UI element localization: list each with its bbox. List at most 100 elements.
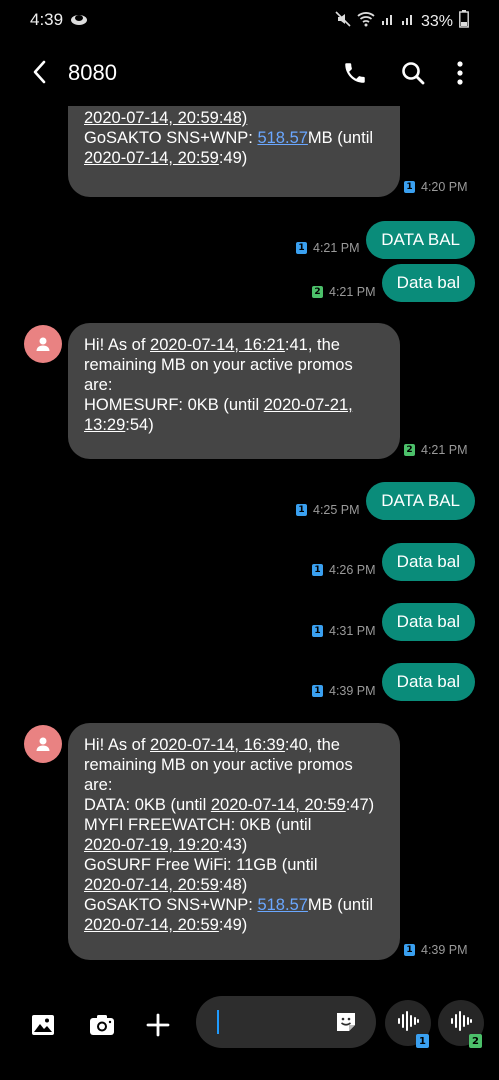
- sim-1-badge: 1: [404, 944, 415, 956]
- contact-name: 8080: [68, 60, 117, 85]
- voice-record-sim2-button[interactable]: 2: [438, 1000, 484, 1048]
- avatar[interactable]: [24, 325, 62, 363]
- message-thread[interactable]: 2020-07-14, 20:59:48) GoSAKTO SNS+WNP: 5…: [0, 40, 499, 990]
- message-time: 4:21 PM: [329, 285, 376, 299]
- message-text: DATA: 0KB (until: [84, 796, 211, 814]
- date-link[interactable]: 2020-07-14, 20:59: [84, 916, 219, 934]
- message-text: GoSURF Free WiFi: 11GB (until: [84, 856, 318, 874]
- outgoing-message[interactable]: Data bal: [381, 543, 475, 581]
- add-icon[interactable]: [145, 1012, 171, 1043]
- date-link[interactable]: 2020-07-14, 20:59: [84, 149, 219, 167]
- message-time: 4:26 PM: [329, 563, 376, 577]
- outgoing-message[interactable]: Data bal: [381, 264, 475, 302]
- voice-wave-icon: [396, 1010, 420, 1037]
- status-time: 4:39: [30, 10, 64, 29]
- message-time: 4:39 PM: [329, 684, 376, 698]
- message-meta: 1 4:25 PM: [296, 503, 360, 517]
- text-cursor: [217, 1010, 219, 1034]
- sim-2-badge: 2: [312, 286, 323, 298]
- mute-icon: [335, 11, 351, 32]
- voice-wave-icon: [449, 1010, 473, 1037]
- outgoing-message[interactable]: DATA BAL: [366, 221, 475, 259]
- signal-icon: [381, 12, 395, 31]
- back-arrow-icon[interactable]: [28, 58, 52, 86]
- message-input[interactable]: [196, 996, 376, 1048]
- sim-2-badge: 2: [469, 1034, 482, 1048]
- message-text: Hi! As of: [84, 336, 151, 354]
- message-meta: 1 4:39 PM: [404, 943, 468, 957]
- voice-record-sim1-button[interactable]: 1: [385, 1000, 431, 1048]
- message-meta: 1 4:20 PM: [404, 180, 468, 194]
- message-meta: 1 4:39 PM: [312, 684, 376, 698]
- sim-1-badge: 1: [296, 504, 307, 516]
- message-text: HOMESURF: 0KB (until: [84, 396, 264, 414]
- data-link[interactable]: 518.57: [257, 896, 307, 914]
- message-time: 4:31 PM: [329, 624, 376, 638]
- date-link[interactable]: 2020-07-14, 16:39: [150, 736, 285, 754]
- message-time: 4:39 PM: [421, 943, 468, 957]
- app-header: 8080: [0, 40, 499, 106]
- message-meta: 1 4:26 PM: [312, 563, 376, 577]
- message-text: MYFI FREEWATCH: 0KB (until: [84, 816, 312, 834]
- message-meta: 2 4:21 PM: [312, 285, 376, 299]
- message-meta: 1 4:31 PM: [312, 624, 376, 638]
- message-text: :49): [218, 149, 248, 167]
- date-link[interactable]: 2020-07-19, 19:20: [84, 836, 219, 854]
- date-link[interactable]: 2020-07-21,: [264, 396, 353, 414]
- search-icon[interactable]: [400, 60, 426, 91]
- signal-icon: [401, 12, 415, 31]
- status-bar: 4:39 33%: [0, 0, 499, 40]
- battery-percent: 33%: [420, 12, 453, 30]
- message-text: :47): [345, 796, 375, 814]
- message-text: remaining MB on your active promos: [84, 356, 353, 374]
- incoming-message[interactable]: Hi! As of 2020-07-14, 16:21:41, the rema…: [68, 323, 400, 459]
- message-time: 4:21 PM: [421, 443, 468, 457]
- message-text: MB (until: [307, 896, 374, 914]
- message-text: are:: [84, 776, 113, 794]
- message-text: GoSAKTO SNS+WNP:: [84, 129, 258, 147]
- message-text: 2020-07-14, 20:59:48): [84, 109, 248, 127]
- camera-icon[interactable]: [88, 1012, 116, 1043]
- sticker-icon[interactable]: [334, 1010, 358, 1039]
- sim-1-badge: 1: [312, 685, 323, 697]
- date-link[interactable]: 13:29: [84, 416, 125, 434]
- data-link[interactable]: 518.57: [257, 129, 307, 147]
- outgoing-message[interactable]: DATA BAL: [366, 482, 475, 520]
- gallery-icon[interactable]: [30, 1012, 56, 1043]
- message-text: Hi! As of: [84, 736, 151, 754]
- message-meta: 2 4:21 PM: [404, 443, 468, 457]
- message-time: 4:25 PM: [313, 503, 360, 517]
- message-text: :48): [218, 876, 248, 894]
- message-text: are:: [84, 376, 113, 394]
- message-text: :54): [125, 416, 154, 434]
- date-link[interactable]: 2020-07-14, 20:59: [84, 876, 219, 894]
- sim-1-badge: 1: [404, 181, 415, 193]
- message-text: :41, the: [284, 336, 340, 354]
- sim-1-badge: 1: [312, 625, 323, 637]
- outgoing-message[interactable]: Data bal: [381, 663, 475, 701]
- incoming-message[interactable]: Hi! As of 2020-07-14, 16:39:40, the rema…: [68, 723, 400, 960]
- battery-icon: [459, 10, 469, 33]
- outgoing-message[interactable]: Data bal: [381, 603, 475, 641]
- sim-1-badge: 1: [416, 1034, 429, 1048]
- more-options-icon[interactable]: [448, 60, 472, 91]
- message-text: :43): [218, 836, 248, 854]
- sim-2-badge: 2: [404, 444, 415, 456]
- status-icons: 33%: [335, 10, 469, 33]
- avatar[interactable]: [24, 725, 62, 763]
- message-text: MB (until: [307, 129, 374, 147]
- message-time: 4:21 PM: [313, 241, 360, 255]
- wifi-icon: [357, 11, 375, 32]
- message-meta: 1 4:21 PM: [296, 241, 360, 255]
- message-time: 4:20 PM: [421, 180, 468, 194]
- sim-1-badge: 1: [296, 242, 307, 254]
- message-text: :40, the: [284, 736, 340, 754]
- message-text: :49): [218, 916, 248, 934]
- message-text: remaining MB on your active promos: [84, 756, 353, 774]
- date-link[interactable]: 2020-07-14, 20:59: [211, 796, 346, 814]
- cloud-icon: [70, 12, 88, 31]
- sim-1-badge: 1: [312, 564, 323, 576]
- phone-icon[interactable]: [342, 60, 368, 91]
- date-link[interactable]: 2020-07-14, 16:21: [150, 336, 285, 354]
- message-text: GoSAKTO SNS+WNP:: [84, 896, 258, 914]
